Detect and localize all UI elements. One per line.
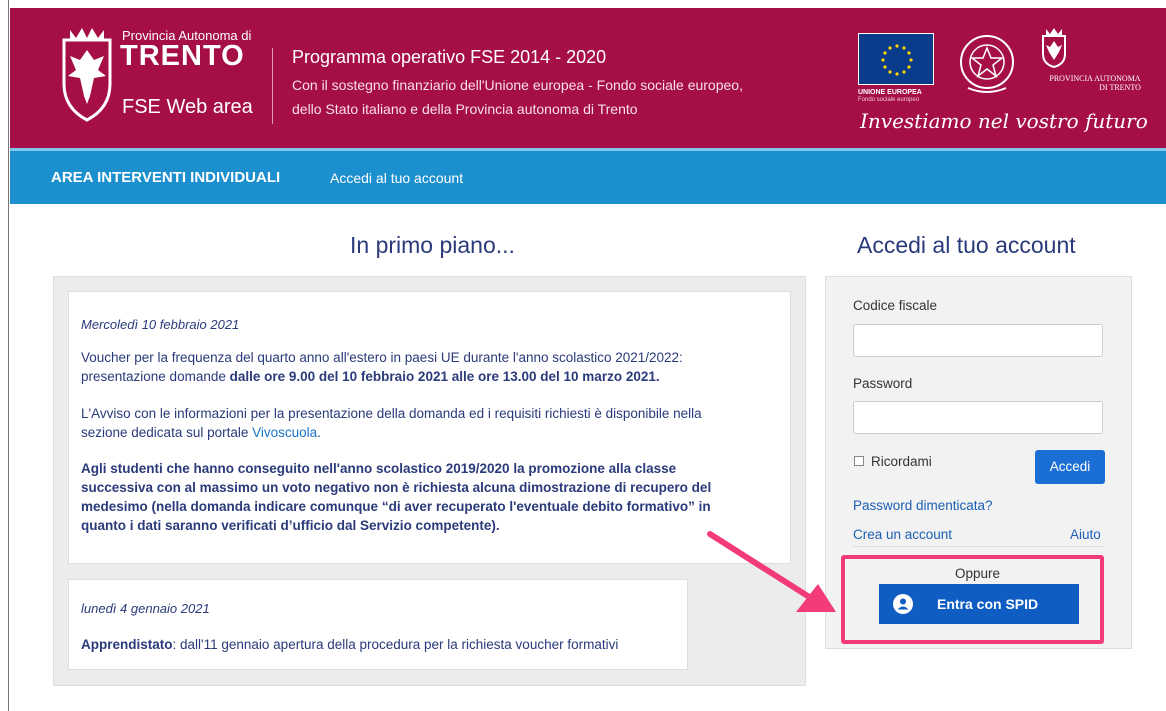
trento-logo[interactable]: Provincia Autonoma di TRENTO FSE Web are… xyxy=(56,26,276,136)
news-text: . xyxy=(317,425,321,440)
web-area-label: FSE Web area xyxy=(122,96,253,118)
news-highlight: dalle ore 9.00 del 10 febbraio 2021 alle… xyxy=(229,369,660,384)
news-paragraph-1: Voucher per la frequenza del quarto anno… xyxy=(81,348,781,386)
eu-flag-icon xyxy=(858,33,934,85)
eagle-crest-icon xyxy=(62,28,112,122)
program-description-line2: dello Stato italiano e della Provincia a… xyxy=(292,101,638,117)
news-text: presentazione domande xyxy=(81,369,230,384)
login-separator xyxy=(853,546,1105,547)
eu-sublabel: Fondo sociale europeo xyxy=(858,97,920,103)
nav-area-title[interactable]: AREA INTERVENTI INDIVIDUALI xyxy=(51,169,280,186)
header-divider xyxy=(272,48,273,124)
password-label: Password xyxy=(853,376,913,391)
codice-fiscale-label: Codice fiscale xyxy=(853,298,938,313)
news-paragraph-2: L'Avviso con le informazioni per la pres… xyxy=(81,404,781,442)
news-text: medesimo (nella domanda indicare comunqu… xyxy=(81,499,711,514)
news-text: L'Avviso con le informazioni per la pres… xyxy=(81,406,702,421)
help-link[interactable]: Aiuto xyxy=(1070,527,1101,542)
remember-label: Ricordami xyxy=(871,454,932,469)
pat-label-line1: PROVINCIA AUTONOMA xyxy=(1049,74,1141,83)
site-header: Provincia Autonoma di TRENTO FSE Web are… xyxy=(10,8,1166,148)
news-text: Agli studenti che hanno conseguito nell'… xyxy=(81,461,677,476)
italian-republic-emblem-icon xyxy=(960,35,1014,93)
forgot-password-link[interactable]: Password dimenticata? xyxy=(853,498,993,513)
eu-label: UNIONE EUROPEA xyxy=(858,89,922,96)
news-card: Mercoledì 10 febbraio 2021 Voucher per l… xyxy=(68,291,791,564)
window-edge xyxy=(0,0,9,711)
pat-label-line2: DI TRENTO xyxy=(1099,83,1141,92)
section-navbar: AREA INTERVENTI INDIVIDUALI Accedi al tu… xyxy=(10,148,1166,204)
login-heading: Accedi al tuo account xyxy=(857,232,1076,258)
news-date: Mercoledì 10 febbraio 2021 xyxy=(81,317,240,332)
pat-crest-icon xyxy=(1042,28,1066,68)
news-paragraph-3: Agli studenti che hanno conseguito nell'… xyxy=(81,459,786,535)
news-text: quanto i dati saranno verificati d’uffic… xyxy=(81,518,500,533)
create-account-link[interactable]: Crea un account xyxy=(853,527,952,542)
news-text: : dall'11 gennaio apertura della procedu… xyxy=(172,637,619,652)
vivoscuola-link[interactable]: Vivoscuola xyxy=(252,425,317,440)
remember-checkbox[interactable] xyxy=(854,456,864,466)
login-button[interactable]: Accedi xyxy=(1035,450,1105,484)
motto: Investiamo nel vostro futuro xyxy=(860,109,1148,133)
news-card: lunedì 4 gennaio 2021 Apprendistato: dal… xyxy=(68,579,688,670)
codice-fiscale-input[interactable] xyxy=(853,324,1103,357)
spid-highlight-box xyxy=(841,555,1104,644)
province-name: TRENTO xyxy=(120,40,245,72)
news-text: Voucher per la frequenza del quarto anno… xyxy=(81,350,683,365)
pat-label: PROVINCIA AUTONOMA DI TRENTO xyxy=(1040,74,1150,92)
news-highlight: Apprendistato xyxy=(81,637,173,652)
news-text: sezione dedicata sul portale xyxy=(81,425,253,440)
news-text: successiva con al massimo un voto negati… xyxy=(81,480,712,495)
news-paragraph: Apprendistato: dall'11 gennaio apertura … xyxy=(81,635,681,654)
password-input[interactable] xyxy=(853,401,1103,434)
news-date: lunedì 4 gennaio 2021 xyxy=(81,601,210,616)
nav-breadcrumb[interactable]: Accedi al tuo account xyxy=(330,170,463,186)
program-description-line1: Con il sostegno finanziario dell'Unione … xyxy=(292,77,743,93)
program-title: Programma operativo FSE 2014 - 2020 xyxy=(292,47,607,67)
news-heading: In primo piano... xyxy=(350,232,515,258)
